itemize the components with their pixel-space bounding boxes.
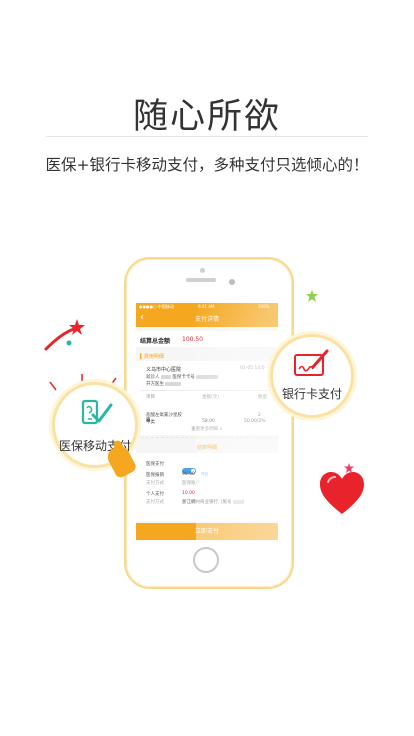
phone-speaker	[186, 278, 216, 282]
settle-label-method-2: 支付方式	[146, 500, 164, 505]
settle-value-reimburse: 90.50	[182, 472, 195, 477]
item-amount: 58.00	[202, 419, 215, 424]
col-item: 项目	[146, 395, 155, 400]
settle-label-insurance-pay: 医保支付	[146, 462, 164, 467]
phone-sensor	[229, 279, 235, 285]
phone-camera	[200, 268, 205, 273]
green-star-icon	[306, 290, 318, 302]
perforation-divider	[136, 437, 278, 440]
status-bar: ●●●●○ 中国移动 9:41 AM 100%	[136, 303, 278, 311]
pay-now-button[interactable]: 立即支付	[136, 523, 278, 540]
teal-dot-icon	[66, 340, 72, 346]
patient-label: 就诊人	[146, 375, 160, 380]
item-unit: 甲类	[146, 420, 155, 425]
pink-star-icon	[344, 463, 354, 473]
fee-item-row: 盐酸左氧氟沙星胶囊 甲类 2 58.00 50.00/2% 查看更多明细 ∨	[136, 411, 278, 435]
total-value: 100.50	[182, 336, 203, 343]
total-label: 结算总金额	[140, 338, 171, 345]
item-ratio: 50.00/2%	[244, 419, 266, 424]
settle-label-personal: 个人支付	[146, 492, 164, 497]
phone-shield-check-icon	[81, 399, 113, 425]
item-qty: 2	[258, 413, 261, 418]
fee-section-label: 费用明细	[143, 354, 164, 360]
bank-card-pay-label: 银行卡支付	[281, 387, 342, 401]
settle-value-method-1: 医保账户	[182, 481, 200, 486]
status-time: 9:41 AM	[198, 304, 215, 309]
fee-section-title: ▍费用明细	[140, 354, 164, 360]
patient-row: 就诊人 医保卡卡号	[146, 374, 219, 380]
pen-signature-card-icon	[294, 349, 329, 376]
hospital-name: 义乌市中心医院	[146, 367, 182, 373]
page-headline: 随心所欲	[132, 97, 281, 137]
card-divider	[140, 390, 274, 391]
settle-value-method-2[interactable]: 浙江稠州商业银行（尾号）	[182, 499, 247, 505]
settle-label-method-1: 支付方式	[146, 481, 164, 486]
more-details-link[interactable]: 查看更多明细 ∨	[136, 426, 278, 432]
settle-label-reimburse: 医保报销	[146, 473, 164, 478]
visit-date: 01-05 14:0	[240, 366, 265, 371]
visit-card: 义乌市中心医院 01-05 14:0 就诊人 医保卡卡号 开方医生 项目 金额(…	[136, 361, 278, 411]
col-qty: 数量	[258, 395, 267, 400]
doctor-label: 开方医生	[146, 382, 164, 387]
bank-card-pay-bubble[interactable]: 银行卡支付	[270, 334, 354, 418]
settle-value-personal: 10.00	[182, 491, 195, 496]
total-row: 结算总金额 100.50	[136, 331, 278, 347]
home-button[interactable]	[193, 547, 219, 573]
status-carrier: ●●●●○ 中国移动	[139, 304, 174, 309]
headline-divider	[46, 136, 368, 137]
heart-icon	[320, 472, 364, 514]
settle-card: 医保支付 开启 医保报销 90.50 支付方式 医保账户 个人支付 10.00 …	[136, 453, 278, 521]
tagline: 医保+银行卡移动支付，多种支付只选倾心的！	[45, 156, 369, 174]
nav-title: 支付详情	[194, 316, 219, 323]
card-label: 医保卡卡号	[172, 375, 195, 380]
settle-section-title: 结算明细	[196, 445, 217, 451]
phone-screen: ●●●●○ 中国移动 9:41 AM 100% ‹ 支付详情 结算总金额 100…	[136, 303, 278, 540]
col-amount: 金额(元)	[202, 395, 220, 400]
nav-bar: ‹ 支付详情	[136, 311, 278, 327]
doctor-row: 开方医生	[146, 381, 182, 387]
status-battery: 100%	[258, 304, 270, 309]
